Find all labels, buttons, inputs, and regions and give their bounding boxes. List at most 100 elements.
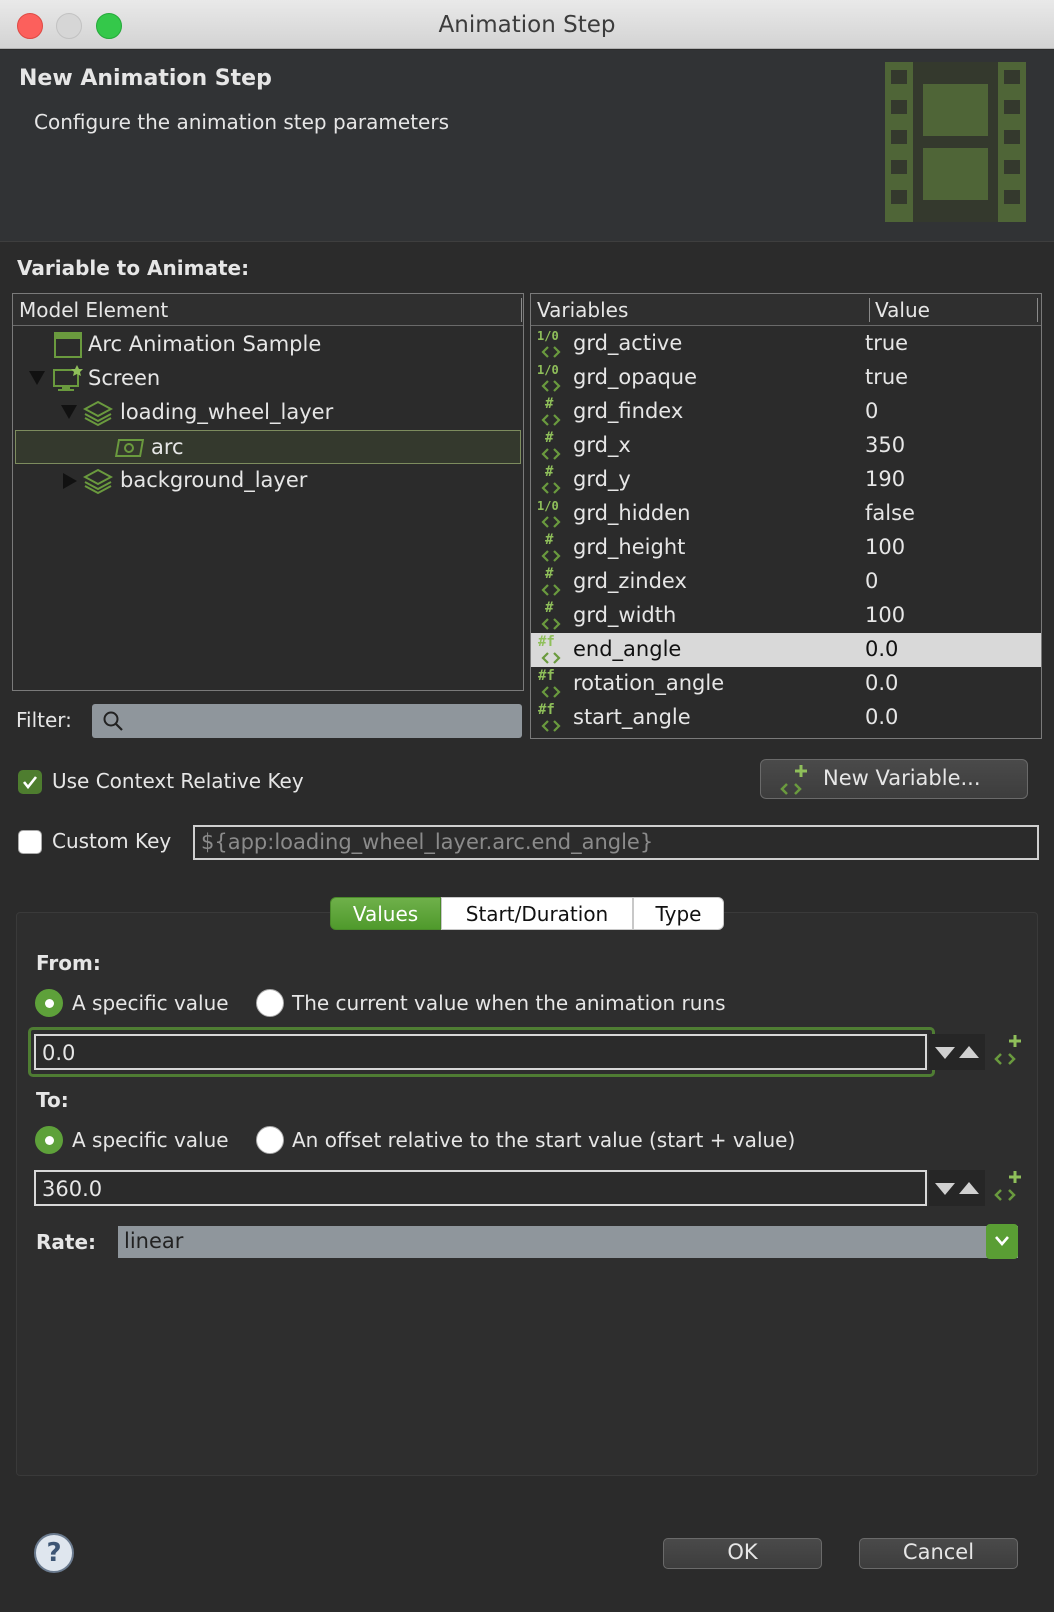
to-offset-label: An offset relative to the start value (s…	[292, 1128, 796, 1152]
tree-item-label: loading_wheel_layer	[120, 400, 334, 424]
cancel-button[interactable]: Cancel	[859, 1538, 1018, 1569]
increment-icon[interactable]	[959, 1046, 979, 1058]
checkmark-icon	[22, 776, 38, 790]
variable-row-grd-active[interactable]: 1/0 grd_active true	[531, 327, 1041, 361]
screen-icon	[53, 365, 83, 391]
dialog-title: New Animation Step	[19, 66, 272, 91]
svg-text:#: #	[545, 532, 554, 548]
integer-variable-icon: #	[541, 464, 561, 494]
tree-item-label: Arc Animation Sample	[88, 332, 322, 356]
tree-column-header[interactable]: Model Element	[13, 294, 523, 326]
variable-row-grd-zindex[interactable]: # grd_zindex 0	[531, 565, 1041, 599]
from-label: From:	[36, 951, 101, 975]
chevron-down-icon	[995, 1236, 1009, 1246]
variable-name: grd_hidden	[573, 501, 691, 525]
to-bind-variable-icon[interactable]	[993, 1170, 1023, 1204]
value-column-label: Value	[875, 298, 930, 322]
tree-item-arc-animation-sample[interactable]: Arc Animation Sample	[13, 328, 523, 362]
title-bar: Animation Step	[0, 0, 1054, 49]
variable-value: true	[865, 365, 909, 389]
use-context-relative-key-checkbox[interactable]	[18, 770, 42, 794]
integer-variable-icon: #	[541, 396, 561, 426]
variable-row-grd-width[interactable]: # grd_width 100	[531, 599, 1041, 633]
variable-row-start-angle[interactable]: #f start_angle 0.0	[531, 701, 1041, 735]
to-offset-radio[interactable]	[256, 1126, 284, 1154]
variables-table[interactable]: Variables Value 1/0 grd_activetrue 1/0 grd_…	[530, 293, 1042, 739]
tab-values-label: Values	[352, 902, 419, 926]
variable-row-grd-x[interactable]: # grd_x 350	[531, 429, 1041, 463]
from-value-text: 0.0	[42, 1041, 76, 1065]
variable-value: 100	[865, 603, 906, 627]
svg-text:#f: #f	[538, 634, 555, 650]
tree-item-loading-wheel-layer[interactable]: loading_wheel_layer	[13, 396, 523, 430]
variable-row-grd-findex[interactable]: # grd_findex 0	[531, 395, 1041, 429]
variable-row-end-angle[interactable]: #f end_angle 0.0	[531, 633, 1041, 667]
variable-name: grd_active	[573, 331, 683, 355]
from-specific-value-radio[interactable]	[35, 989, 63, 1017]
custom-key-label: Custom Key	[52, 829, 172, 853]
variable-name: grd_width	[573, 603, 677, 627]
column-separator	[869, 298, 870, 322]
from-current-value-label: The current value when the animation run…	[292, 991, 726, 1015]
variable-row-grd-opaque[interactable]: 1/0 grd_opaque true	[531, 361, 1041, 395]
svg-text:1/0: 1/0	[537, 329, 559, 343]
column-separator	[521, 298, 522, 322]
variable-row-rotation-angle[interactable]: #f rotation_angle 0.0	[531, 667, 1041, 701]
decrement-icon[interactable]	[935, 1183, 955, 1195]
layer-icon	[83, 400, 113, 427]
from-current-value-radio[interactable]	[256, 989, 284, 1017]
dialog-subtitle: Configure the animation step parameters	[34, 110, 449, 134]
tab-start-duration[interactable]: Start/Duration	[441, 897, 633, 930]
to-label: To:	[36, 1088, 69, 1112]
from-value-stepper[interactable]	[929, 1034, 985, 1070]
svg-text:#: #	[545, 566, 554, 582]
to-value-stepper[interactable]	[929, 1170, 985, 1206]
tab-type[interactable]: Type	[633, 897, 724, 930]
tree-item-screen[interactable]: Screen	[13, 362, 523, 396]
expanded-twisty-icon[interactable]	[29, 371, 45, 385]
help-icon: ?	[46, 1538, 62, 1568]
variable-name: grd_findex	[573, 399, 684, 423]
filter-input[interactable]	[92, 704, 522, 738]
variable-name: grd_zindex	[573, 569, 687, 593]
custom-key-input[interactable]: ${app:loading_wheel_layer.arc.end_angle}	[193, 825, 1039, 860]
svg-text:1/0: 1/0	[537, 499, 559, 513]
float-variable-icon: #f	[538, 668, 561, 698]
model-element-tree[interactable]: Model Element Arc Animation Sample Scree…	[12, 293, 524, 691]
ok-button[interactable]: OK	[663, 1538, 822, 1569]
control-icon	[114, 439, 144, 457]
variable-name: grd_opaque	[573, 365, 698, 389]
decrement-icon[interactable]	[935, 1047, 955, 1059]
variable-name: grd_height	[573, 535, 686, 559]
use-context-relative-key-label: Use Context Relative Key	[52, 769, 304, 793]
tab-values[interactable]: Values	[330, 897, 441, 930]
to-specific-value-radio[interactable]	[35, 1126, 63, 1154]
new-variable-label: New Variable...	[823, 766, 981, 790]
to-value-input[interactable]: 360.0	[34, 1170, 927, 1206]
dialog-header: New Animation Step Configure the animati…	[0, 50, 1054, 242]
variable-value: 0	[865, 569, 879, 593]
new-variable-button[interactable]: New Variable...	[760, 759, 1028, 799]
integer-variable-icon: #	[541, 532, 561, 562]
cancel-label: Cancel	[902, 1540, 975, 1564]
variable-name: start_angle	[573, 705, 691, 729]
from-value-input[interactable]: 0.0	[34, 1034, 927, 1070]
variable-row-grd-height[interactable]: # grd_height 100	[531, 531, 1041, 565]
rate-select[interactable]: linear	[118, 1226, 1018, 1258]
rate-dropdown-button[interactable]	[986, 1224, 1018, 1259]
tree-item-arc[interactable]: arc	[15, 430, 521, 464]
collapsed-twisty-icon[interactable]	[63, 473, 77, 489]
increment-icon[interactable]	[959, 1182, 979, 1194]
custom-key-checkbox[interactable]	[18, 830, 42, 854]
help-button[interactable]: ?	[34, 1533, 74, 1573]
variable-row-grd-y[interactable]: # grd_y 190	[531, 463, 1041, 497]
from-bind-variable-icon[interactable]	[993, 1034, 1023, 1068]
tree-item-background-layer[interactable]: background_layer	[13, 464, 523, 498]
variable-name: grd_x	[573, 433, 631, 457]
add-variable-icon	[780, 765, 807, 795]
tree-item-label: Screen	[88, 366, 161, 390]
variable-value: 0.0	[865, 637, 899, 661]
expanded-twisty-icon[interactable]	[61, 405, 77, 419]
variables-column-header[interactable]: Variables Value	[531, 294, 1041, 326]
variable-row-grd-hidden[interactable]: 1/0 grd_hidden false	[531, 497, 1041, 531]
